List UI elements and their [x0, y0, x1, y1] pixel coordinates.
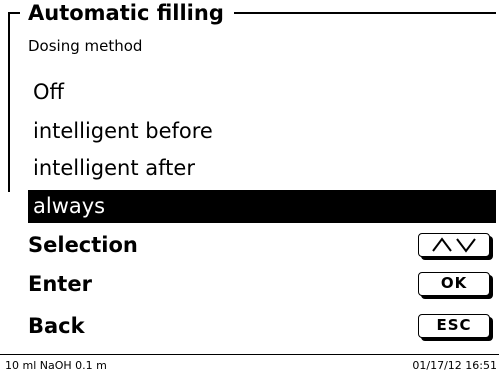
selection-key[interactable] — [418, 233, 490, 257]
option-always[interactable]: always — [28, 190, 496, 223]
option-intelligent-before[interactable]: intelligent before — [28, 115, 496, 148]
status-bar: 10 ml NaOH 0.1 m 01/17/12 16:51 — [0, 354, 499, 378]
back-row: Back ESC — [28, 309, 496, 344]
method-name: 10 ml NaOH 0.1 m — [5, 359, 107, 372]
enter-label: Enter — [28, 272, 92, 296]
page-subtitle: Dosing method — [28, 37, 143, 55]
datetime: 01/17/12 16:51 — [412, 359, 497, 372]
selection-row: Selection — [28, 228, 496, 263]
option-intelligent-after[interactable]: intelligent after — [28, 152, 496, 185]
back-label: Back — [28, 314, 85, 338]
selection-label: Selection — [28, 233, 138, 257]
enter-row: Enter OK — [28, 267, 496, 302]
option-off[interactable]: Off — [28, 76, 496, 109]
ok-key[interactable]: OK — [418, 272, 490, 296]
up-down-arrows-icon — [432, 237, 476, 253]
page-title: Automatic filling — [20, 0, 234, 26]
esc-key[interactable]: ESC — [418, 314, 490, 338]
